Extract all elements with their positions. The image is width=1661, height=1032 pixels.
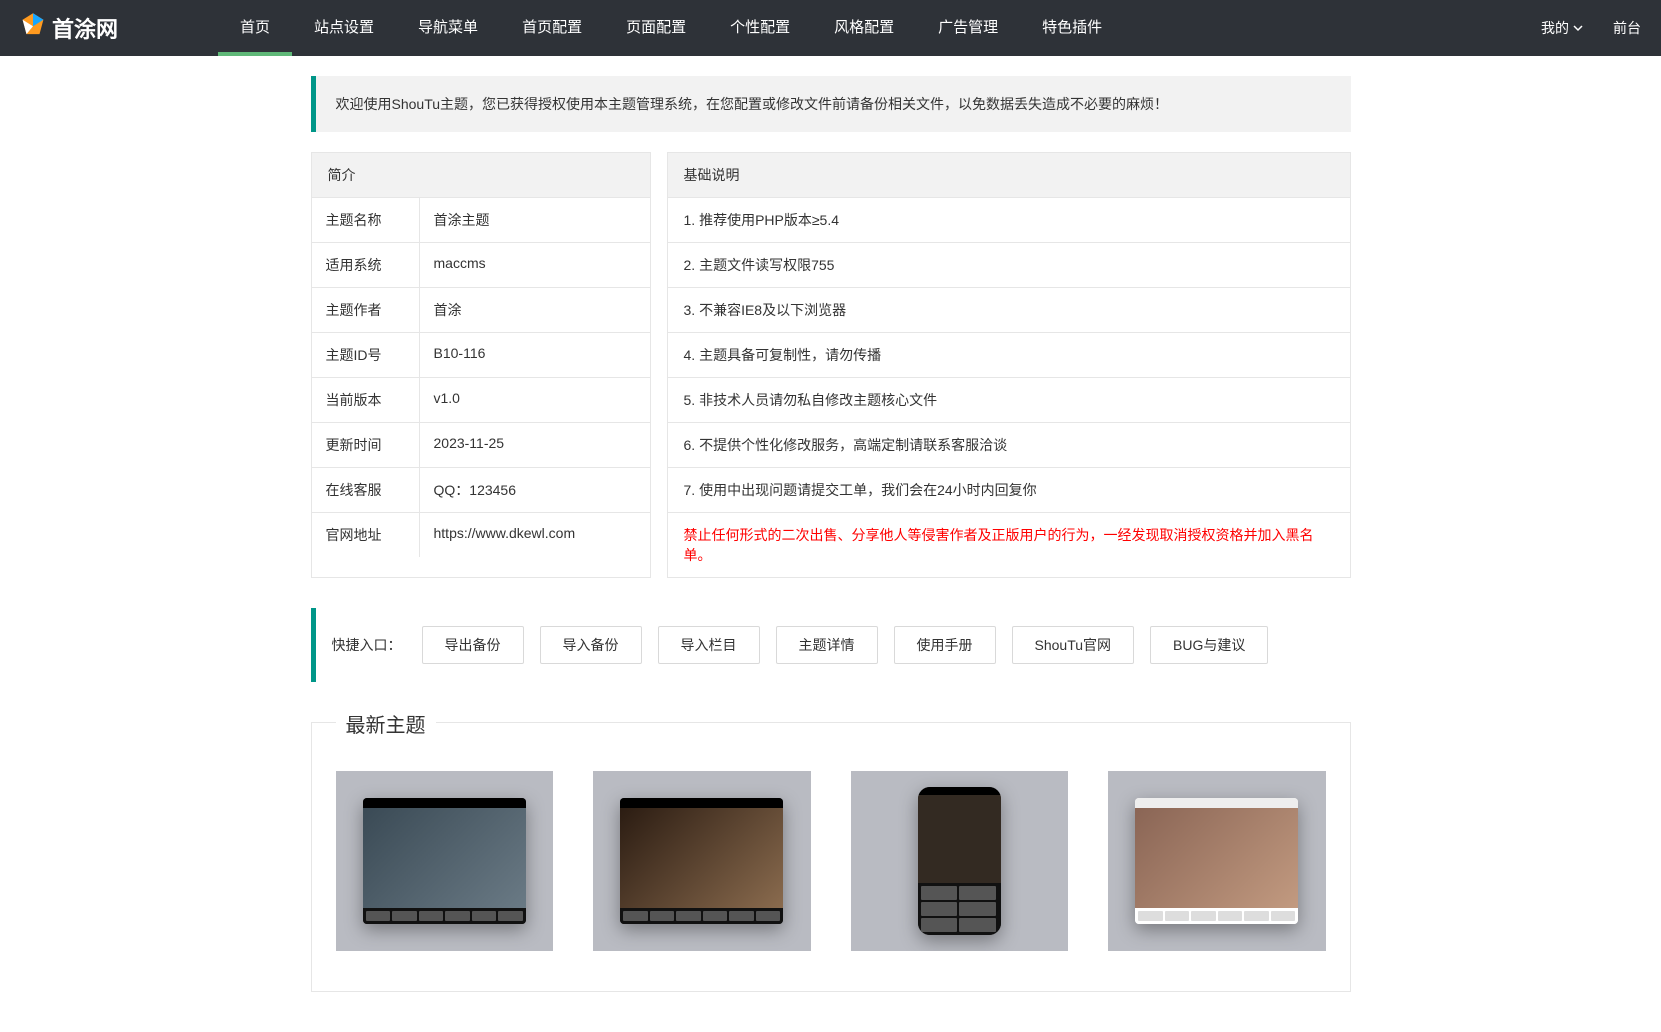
theme-card-theme-mobile[interactable] bbox=[851, 771, 1069, 951]
nav-item-1[interactable]: 站点设置 bbox=[292, 0, 396, 56]
nav-item-4[interactable]: 页面配置 bbox=[604, 0, 708, 56]
intro-row: 适用系统maccms bbox=[312, 243, 650, 288]
nav-items: 首页站点设置导航菜单首页配置页面配置个性配置风格配置广告管理特色插件 bbox=[218, 0, 1541, 56]
notes-row: 2. 主题文件读写权限755 bbox=[668, 243, 1350, 288]
welcome-text: 欢迎使用ShouTu主题，您已获得授权使用本主题管理系统，在您配置或修改文件前请… bbox=[336, 96, 1169, 112]
intro-row: 在线客服QQ：123456 bbox=[312, 468, 650, 513]
latest-themes: 最新主题 bbox=[311, 722, 1351, 992]
intro-key: 适用系统 bbox=[312, 243, 420, 287]
nav-item-5[interactable]: 个性配置 bbox=[708, 0, 812, 56]
theme-thumbnail bbox=[620, 798, 783, 924]
nav-item-2[interactable]: 导航菜单 bbox=[396, 0, 500, 56]
theme-thumbnail bbox=[363, 798, 526, 924]
nav-item-3[interactable]: 首页配置 bbox=[500, 0, 604, 56]
intro-key: 主题作者 bbox=[312, 288, 420, 332]
notes-row: 6. 不提供个性化修改服务，高端定制请联系客服洽谈 bbox=[668, 423, 1350, 468]
intro-key: 主题ID号 bbox=[312, 333, 420, 377]
brand-logo[interactable]: 首涂网 bbox=[20, 12, 118, 44]
quick-btn-3[interactable]: 主题详情 bbox=[776, 626, 878, 664]
theme-grid bbox=[336, 771, 1326, 951]
intro-value: 首涂主题 bbox=[420, 198, 650, 242]
intro-key: 主题名称 bbox=[312, 198, 420, 242]
quick-label: 快捷入口： bbox=[332, 635, 402, 655]
intro-row: 主题名称首涂主题 bbox=[312, 198, 650, 243]
info-section: 简介 主题名称首涂主题适用系统maccms主题作者首涂主题ID号B10-116当… bbox=[311, 152, 1351, 578]
intro-key: 在线客服 bbox=[312, 468, 420, 512]
nav-mine-label: 我的 bbox=[1541, 18, 1569, 38]
quick-entry: 快捷入口： 导出备份导入备份导入栏目主题详情使用手册 ShouTu官网 BUG与建议 bbox=[311, 608, 1351, 682]
notes-header: 基础说明 bbox=[668, 153, 1350, 198]
intro-key: 官网地址 bbox=[312, 513, 420, 557]
nav-item-7[interactable]: 广告管理 bbox=[916, 0, 1020, 56]
notes-row: 7. 使用中出现问题请提交工单，我们会在24小时内回复你 bbox=[668, 468, 1350, 513]
intro-row: 更新时间2023-11-25 bbox=[312, 423, 650, 468]
intro-row: 主题ID号B10-116 bbox=[312, 333, 650, 378]
logo-icon bbox=[20, 12, 52, 44]
welcome-banner: 欢迎使用ShouTu主题，您已获得授权使用本主题管理系统，在您配置或修改文件前请… bbox=[311, 76, 1351, 132]
nav-right: 我的 前台 bbox=[1541, 18, 1641, 38]
intro-value: QQ：123456 bbox=[420, 468, 650, 512]
intro-value: B10-116 bbox=[420, 333, 650, 377]
top-navbar: 首涂网 首页站点设置导航菜单首页配置页面配置个性配置风格配置广告管理特色插件 我… bbox=[0, 0, 1661, 56]
intro-key: 当前版本 bbox=[312, 378, 420, 422]
quick-btn-0[interactable]: 导出备份 bbox=[422, 626, 524, 664]
notes-row: 5. 非技术人员请勿私自修改主题核心文件 bbox=[668, 378, 1350, 423]
theme-card-theme-player[interactable] bbox=[593, 771, 811, 951]
theme-card-theme-dark[interactable] bbox=[336, 771, 554, 951]
quick-btn-4[interactable]: 使用手册 bbox=[894, 626, 996, 664]
intro-row: 主题作者首涂 bbox=[312, 288, 650, 333]
intro-value: 2023-11-25 bbox=[420, 423, 650, 467]
chevron-down-icon bbox=[1573, 20, 1583, 36]
notes-panel: 基础说明 1. 推荐使用PHP版本≥5.42. 主题文件读写权限7553. 不兼… bbox=[667, 152, 1351, 578]
notes-row: 1. 推荐使用PHP版本≥5.4 bbox=[668, 198, 1350, 243]
brand-text: 首涂网 bbox=[52, 12, 118, 44]
notes-row: 4. 主题具备可复制性，请勿传播 bbox=[668, 333, 1350, 378]
quick-btn-2[interactable]: 导入栏目 bbox=[658, 626, 760, 664]
intro-value: https://www.dkewl.com bbox=[420, 513, 650, 557]
notes-row: 3. 不兼容IE8及以下浏览器 bbox=[668, 288, 1350, 333]
theme-thumbnail bbox=[1135, 798, 1298, 924]
intro-value: maccms bbox=[420, 243, 650, 287]
notes-body: 1. 推荐使用PHP版本≥5.42. 主题文件读写权限7553. 不兼容IE8及… bbox=[668, 198, 1350, 577]
latest-title: 最新主题 bbox=[336, 709, 436, 738]
quick-btn-6[interactable]: BUG与建议 bbox=[1150, 626, 1268, 664]
nav-item-0[interactable]: 首页 bbox=[218, 0, 292, 56]
intro-header: 简介 bbox=[312, 153, 650, 198]
nav-item-6[interactable]: 风格配置 bbox=[812, 0, 916, 56]
intro-key: 更新时间 bbox=[312, 423, 420, 467]
intro-value: 首涂 bbox=[420, 288, 650, 332]
intro-row: 官网地址https://www.dkewl.com bbox=[312, 513, 650, 557]
quick-btn-5[interactable]: ShouTu官网 bbox=[1012, 626, 1135, 664]
nav-frontend[interactable]: 前台 bbox=[1613, 18, 1641, 38]
nav-mine[interactable]: 我的 bbox=[1541, 18, 1583, 38]
intro-value: v1.0 bbox=[420, 378, 650, 422]
intro-body: 主题名称首涂主题适用系统maccms主题作者首涂主题ID号B10-116当前版本… bbox=[312, 198, 650, 557]
intro-panel: 简介 主题名称首涂主题适用系统maccms主题作者首涂主题ID号B10-116当… bbox=[311, 152, 651, 578]
notes-row: 禁止任何形式的二次出售、分享他人等侵害作者及正版用户的行为，一经发现取消授权资格… bbox=[668, 513, 1350, 577]
nav-frontend-label: 前台 bbox=[1613, 18, 1641, 38]
theme-thumbnail bbox=[918, 787, 1001, 935]
theme-card-theme-light[interactable] bbox=[1108, 771, 1326, 951]
intro-row: 当前版本v1.0 bbox=[312, 378, 650, 423]
nav-item-8[interactable]: 特色插件 bbox=[1020, 0, 1124, 56]
quick-btn-1[interactable]: 导入备份 bbox=[540, 626, 642, 664]
